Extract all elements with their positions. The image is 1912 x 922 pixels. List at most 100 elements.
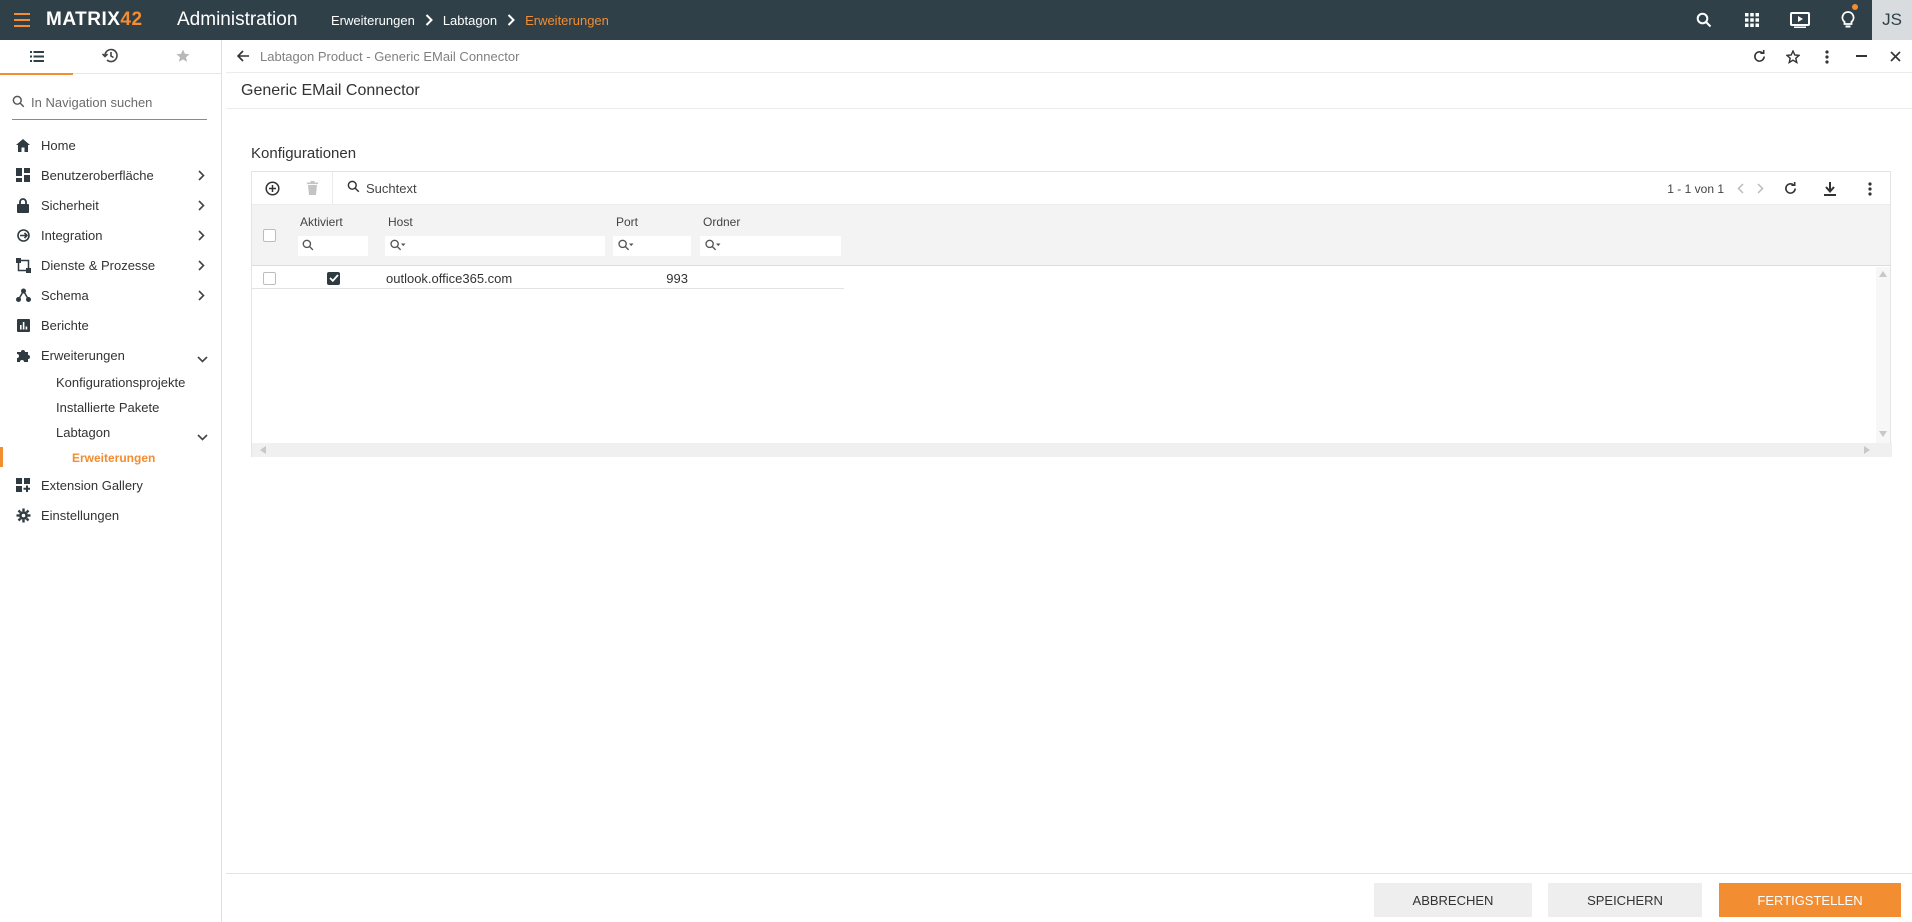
grid-header: Aktiviert Host Port Ordner [252, 205, 1890, 266]
report-icon [15, 317, 31, 333]
filter-aktiviert[interactable] [298, 236, 368, 256]
hamburger-menu-icon[interactable] [0, 0, 46, 40]
chevron-right-icon [198, 199, 205, 214]
sidebar-subitem-labtagon[interactable]: Labtagon [0, 420, 221, 445]
sidebar-item-schema[interactable]: Schema [0, 280, 221, 310]
delete-trash-icon[interactable] [292, 172, 332, 205]
vertical-scrollbar[interactable] [1876, 267, 1890, 443]
sidebar-subitem-konfigurationsprojekte[interactable]: Konfigurationsprojekte [0, 370, 221, 395]
sidebar-item-benutzeroberflaeche[interactable]: Benutzeroberfläche [0, 160, 221, 190]
more-vertical-icon[interactable] [1810, 40, 1844, 73]
grid-search-input[interactable] [366, 180, 566, 196]
select-all-checkbox[interactable] [263, 229, 276, 242]
horizontal-scrollbar[interactable] [252, 443, 1892, 457]
refresh-icon[interactable] [1770, 172, 1810, 205]
row-select-checkbox[interactable] [263, 271, 276, 285]
scroll-left-arrow-icon[interactable] [260, 446, 266, 454]
tab-navigation[interactable] [0, 40, 73, 75]
breadcrumb-item-labtagon[interactable]: Labtagon [443, 13, 497, 28]
breadcrumb-item-erweiterungen[interactable]: Erweiterungen [331, 13, 415, 28]
gear-icon [15, 507, 31, 523]
schema-icon [15, 287, 31, 303]
tab-favorites[interactable] [146, 40, 219, 74]
save-button[interactable]: SPEICHERN [1548, 883, 1702, 917]
footer-bar: ABBRECHEN SPEICHERN FERTIGSTELLEN [226, 873, 1912, 922]
scroll-up-arrow-icon[interactable] [1879, 271, 1887, 277]
filter-search-dropdown-icon [704, 239, 722, 254]
chevron-right-icon[interactable] [1750, 172, 1770, 205]
close-icon[interactable] [1878, 40, 1912, 73]
lock-icon [15, 197, 31, 213]
filter-host[interactable] [385, 236, 605, 256]
download-icon[interactable] [1810, 172, 1850, 205]
breadcrumb-item-current: Erweiterungen [525, 12, 609, 28]
process-icon [15, 257, 31, 273]
back-arrow-icon[interactable] [226, 40, 260, 73]
add-circle-icon[interactable] [252, 172, 292, 205]
column-header-aktiviert[interactable]: Aktiviert [300, 215, 343, 229]
column-header-ordner[interactable]: Ordner [703, 215, 740, 229]
lightbulb-icon[interactable] [1824, 0, 1872, 40]
search-icon[interactable] [1680, 0, 1728, 40]
chevron-down-icon [197, 429, 208, 444]
sidebar-item-label: Einstellungen [41, 507, 120, 523]
sidebar-item-sicherheit[interactable]: Sicherheit [0, 190, 221, 220]
chevron-right-icon [198, 289, 205, 304]
aktiviert-cell [327, 267, 340, 289]
sidebar-item-extension-gallery[interactable]: Extension Gallery [0, 470, 221, 500]
more-vertical-icon[interactable] [1850, 172, 1890, 205]
finish-button[interactable]: FERTIGSTELLEN [1719, 883, 1901, 917]
chevron-right-icon [198, 259, 205, 274]
search-icon [347, 180, 360, 196]
user-avatar[interactable]: JS [1872, 0, 1912, 40]
favorite-star-icon[interactable] [1776, 40, 1810, 73]
column-header-port[interactable]: Port [616, 215, 638, 229]
row-select-cell [263, 267, 276, 289]
filter-search-icon [302, 239, 314, 254]
scroll-down-arrow-icon[interactable] [1879, 431, 1887, 437]
table-row[interactable]: outlook.office365.com 993 [252, 267, 844, 289]
logo-text: MATRIX [46, 9, 121, 30]
filter-search-dropdown-icon [389, 239, 407, 254]
gallery-icon [15, 477, 31, 493]
tab-history[interactable] [73, 40, 146, 74]
page-title: Generic EMail Connector [226, 73, 1912, 109]
sidebar-item-berichte[interactable]: Berichte [0, 310, 221, 340]
filter-ordner[interactable] [700, 236, 841, 256]
refresh-icon[interactable] [1742, 40, 1776, 73]
cancel-button[interactable]: ABBRECHEN [1374, 883, 1532, 917]
video-play-icon[interactable] [1776, 0, 1824, 40]
puzzle-icon [15, 347, 31, 363]
sidebar-subitem-installierte-pakete[interactable]: Installierte Pakete [0, 395, 221, 420]
sidebar-item-erweiterungen[interactable]: Erweiterungen [0, 340, 221, 370]
sidebar-item-label: Sicherheit [41, 197, 99, 213]
chevron-right-icon [198, 229, 205, 244]
sidebar-subitem-erweiterungen-active[interactable]: Erweiterungen [0, 445, 221, 470]
scroll-right-arrow-icon[interactable] [1864, 446, 1870, 454]
grid-search [347, 180, 566, 196]
filter-port[interactable] [613, 236, 691, 256]
grid-body: outlook.office365.com 993 [252, 267, 1878, 443]
chevron-right-icon [425, 14, 433, 26]
sidebar-item-einstellungen[interactable]: Einstellungen [0, 500, 221, 530]
configurations-grid: 1 - 1 von 1 Aktiviert Host Port Ordner [251, 171, 1892, 457]
navigation-search-input[interactable] [31, 95, 201, 110]
sidebar-item-integration[interactable]: Integration [0, 220, 221, 250]
sidebar-item-dienste-prozesse[interactable]: Dienste & Prozesse [0, 250, 221, 280]
section-title: Konfigurationen [251, 145, 357, 162]
sidebar-item-label: Home [41, 137, 76, 153]
sidebar-item-label: Benutzeroberfläche [41, 167, 154, 183]
sidebar-item-home[interactable]: Home [0, 130, 221, 160]
app-title: Administration [177, 9, 298, 30]
sidebar-subitem-label: Labtagon [56, 425, 111, 440]
grid-toolbar: 1 - 1 von 1 [252, 171, 1890, 205]
chevron-left-icon[interactable] [1730, 172, 1750, 205]
minimize-icon[interactable] [1844, 40, 1878, 73]
host-cell: outlook.office365.com [386, 270, 513, 286]
aktiviert-checkbox-checked[interactable] [327, 271, 340, 285]
sidebar-item-label: Erweiterungen [41, 347, 125, 363]
matrix42-logo[interactable]: MATRIX42 [46, 9, 177, 31]
column-header-host[interactable]: Host [388, 215, 413, 229]
apps-grid-icon[interactable] [1728, 0, 1776, 40]
port-cell: 993 [666, 270, 688, 286]
